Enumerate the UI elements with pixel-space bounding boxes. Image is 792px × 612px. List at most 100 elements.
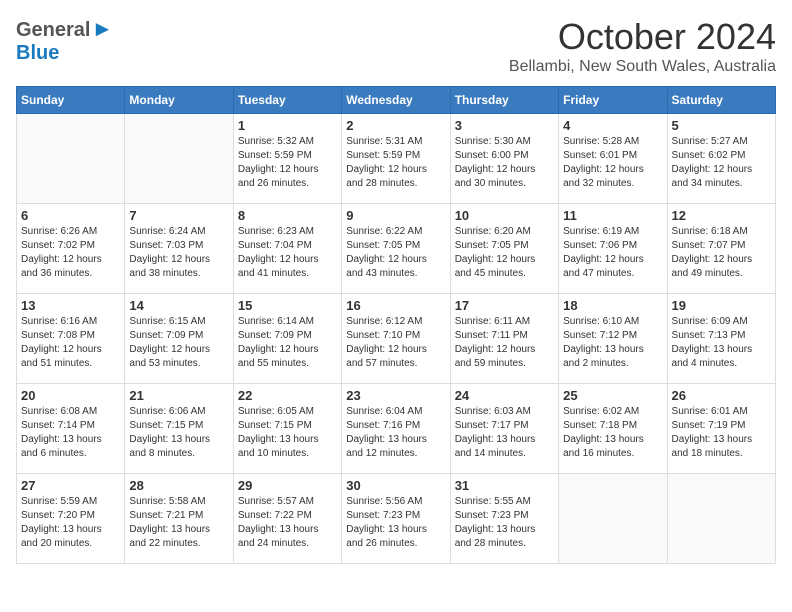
day-number: 21 [129, 388, 228, 403]
day-info: Sunrise: 5:56 AM Sunset: 7:23 PM Dayligh… [346, 495, 445, 551]
calendar-cell: 10 Sunrise: 6:20 AM Sunset: 7:05 PM Dayli… [450, 204, 558, 294]
day-number: 24 [455, 388, 554, 403]
day-number: 28 [129, 478, 228, 493]
day-info: Sunrise: 5:32 AM Sunset: 5:59 PM Dayligh… [238, 135, 337, 191]
weekday-header-saturday: Saturday [667, 87, 775, 114]
day-number: 14 [129, 298, 228, 313]
day-number: 1 [238, 118, 337, 133]
logo-general: General [16, 19, 90, 41]
calendar-cell: 11Sunrise: 6:19 AM Sunset: 7:06 PM Dayli… [559, 204, 667, 294]
weekday-header-thursday: Thursday [450, 87, 558, 114]
day-number: 11 [563, 208, 662, 223]
day-number: 18 [563, 298, 662, 313]
day-info: Sunrise: 6:14 AM Sunset: 7:09 PM Dayligh… [238, 315, 337, 371]
day-info: Sunrise: 6:04 AM Sunset: 7:16 PM Dayligh… [346, 405, 445, 461]
day-number: 27 [21, 478, 120, 493]
calendar-cell: 31 Sunrise: 5:55 AM Sunset: 7:23 PM Dayli… [450, 474, 558, 564]
calendar-cell: 24Sunrise: 6:03 AM Sunset: 7:17 PM Dayli… [450, 384, 558, 474]
day-number: 31 [455, 478, 554, 493]
day-number: 20 [21, 388, 120, 403]
calendar-cell: 26 Sunrise: 6:01 AM Sunset: 7:19 PM Dayli… [667, 384, 775, 474]
calendar-cell: 7 Sunrise: 6:24 AM Sunset: 7:03 PM Daylig… [125, 204, 233, 294]
day-number: 12 [672, 208, 771, 223]
weekday-header-tuesday: Tuesday [233, 87, 341, 114]
day-info: Sunrise: 5:27 AM Sunset: 6:02 PM Dayligh… [672, 135, 771, 191]
day-info: Sunrise: 5:28 AM Sunset: 6:01 PM Dayligh… [563, 135, 662, 191]
calendar-cell: 15 Sunrise: 6:14 AM Sunset: 7:09 PM Dayli… [233, 294, 341, 384]
day-info: Sunrise: 6:12 AM Sunset: 7:10 PM Dayligh… [346, 315, 445, 371]
month-title: October 2024 [509, 16, 776, 58]
day-number: 8 [238, 208, 337, 223]
calendar-cell: 14 Sunrise: 6:15 AM Sunset: 7:09 PM Dayli… [125, 294, 233, 384]
day-number: 30 [346, 478, 445, 493]
day-info: Sunrise: 6:06 AM Sunset: 7:15 PM Dayligh… [129, 405, 228, 461]
calendar-cell: 18Sunrise: 6:10 AM Sunset: 7:12 PM Dayli… [559, 294, 667, 384]
day-info: Sunrise: 6:08 AM Sunset: 7:14 PM Dayligh… [21, 405, 120, 461]
calendar-week-row: 1 Sunrise: 5:32 AM Sunset: 5:59 PM Daylig… [17, 114, 776, 204]
calendar-week-row: 20 Sunrise: 6:08 AM Sunset: 7:14 PM Dayli… [17, 384, 776, 474]
weekday-header-row: SundayMondayTuesdayWednesdayThursdayFrid… [17, 87, 776, 114]
day-info: Sunrise: 6:05 AM Sunset: 7:15 PM Dayligh… [238, 405, 337, 461]
day-info: Sunrise: 6:02 AM Sunset: 7:18 PM Dayligh… [563, 405, 662, 461]
logo-icon: ► [91, 16, 113, 42]
calendar-table: SundayMondayTuesdayWednesdayThursdayFrid… [16, 86, 776, 564]
weekday-header-friday: Friday [559, 87, 667, 114]
day-number: 3 [455, 118, 554, 133]
day-info: Sunrise: 6:22 AM Sunset: 7:05 PM Dayligh… [346, 225, 445, 281]
calendar-cell: 30 Sunrise: 5:56 AM Sunset: 7:23 PM Dayli… [342, 474, 450, 564]
calendar-week-row: 27 Sunrise: 5:59 AM Sunset: 7:20 PM Dayli… [17, 474, 776, 564]
calendar-cell: 3 Sunrise: 5:30 AM Sunset: 6:00 PM Daylig… [450, 114, 558, 204]
calendar-cell: 20 Sunrise: 6:08 AM Sunset: 7:14 PM Dayli… [17, 384, 125, 474]
page-header: General► Blue October 2024 Bellambi, New… [16, 16, 776, 76]
day-info: Sunrise: 6:18 AM Sunset: 7:07 PM Dayligh… [672, 225, 771, 281]
weekday-header-sunday: Sunday [17, 87, 125, 114]
day-number: 26 [672, 388, 771, 403]
day-info: Sunrise: 6:09 AM Sunset: 7:13 PM Dayligh… [672, 315, 771, 371]
calendar-week-row: 13Sunrise: 6:16 AM Sunset: 7:08 PM Dayli… [17, 294, 776, 384]
day-info: Sunrise: 5:55 AM Sunset: 7:23 PM Dayligh… [455, 495, 554, 551]
calendar-cell: 12 Sunrise: 6:18 AM Sunset: 7:07 PM Dayli… [667, 204, 775, 294]
calendar-cell: 5 Sunrise: 5:27 AM Sunset: 6:02 PM Daylig… [667, 114, 775, 204]
day-info: Sunrise: 6:20 AM Sunset: 7:05 PM Dayligh… [455, 225, 554, 281]
calendar-cell: 9Sunrise: 6:22 AM Sunset: 7:05 PM Daylig… [342, 204, 450, 294]
day-number: 2 [346, 118, 445, 133]
calendar-cell: 4Sunrise: 5:28 AM Sunset: 6:01 PM Daylig… [559, 114, 667, 204]
day-info: Sunrise: 6:23 AM Sunset: 7:04 PM Dayligh… [238, 225, 337, 281]
calendar-week-row: 6Sunrise: 6:26 AM Sunset: 7:02 PM Daylig… [17, 204, 776, 294]
calendar-cell: 13Sunrise: 6:16 AM Sunset: 7:08 PM Dayli… [17, 294, 125, 384]
weekday-header-wednesday: Wednesday [342, 87, 450, 114]
day-info: Sunrise: 6:15 AM Sunset: 7:09 PM Dayligh… [129, 315, 228, 371]
calendar-cell: 28 Sunrise: 5:58 AM Sunset: 7:21 PM Dayli… [125, 474, 233, 564]
calendar-cell: 2 Sunrise: 5:31 AM Sunset: 5:59 PM Daylig… [342, 114, 450, 204]
day-number: 5 [672, 118, 771, 133]
day-number: 29 [238, 478, 337, 493]
calendar-cell: 25 Sunrise: 6:02 AM Sunset: 7:18 PM Dayli… [559, 384, 667, 474]
day-info: Sunrise: 5:58 AM Sunset: 7:21 PM Dayligh… [129, 495, 228, 551]
day-number: 25 [563, 388, 662, 403]
day-number: 7 [129, 208, 228, 223]
title-section: October 2024 Bellambi, New South Wales, … [509, 16, 776, 76]
calendar-cell: 8 Sunrise: 6:23 AM Sunset: 7:04 PM Daylig… [233, 204, 341, 294]
calendar-cell: 21 Sunrise: 6:06 AM Sunset: 7:15 PM Dayli… [125, 384, 233, 474]
day-number: 23 [346, 388, 445, 403]
day-number: 6 [21, 208, 120, 223]
logo-blue: Blue [16, 42, 59, 64]
calendar-cell [667, 474, 775, 564]
day-number: 10 [455, 208, 554, 223]
weekday-header-monday: Monday [125, 87, 233, 114]
day-number: 22 [238, 388, 337, 403]
calendar-cell: 19 Sunrise: 6:09 AM Sunset: 7:13 PM Dayli… [667, 294, 775, 384]
calendar-cell [17, 114, 125, 204]
day-number: 17 [455, 298, 554, 313]
calendar-cell: 1 Sunrise: 5:32 AM Sunset: 5:59 PM Daylig… [233, 114, 341, 204]
day-number: 15 [238, 298, 337, 313]
day-number: 19 [672, 298, 771, 313]
day-info: Sunrise: 5:59 AM Sunset: 7:20 PM Dayligh… [21, 495, 120, 551]
calendar-cell [125, 114, 233, 204]
day-info: Sunrise: 6:16 AM Sunset: 7:08 PM Dayligh… [21, 315, 120, 371]
day-info: Sunrise: 5:31 AM Sunset: 5:59 PM Dayligh… [346, 135, 445, 191]
day-info: Sunrise: 6:24 AM Sunset: 7:03 PM Dayligh… [129, 225, 228, 281]
day-info: Sunrise: 5:30 AM Sunset: 6:00 PM Dayligh… [455, 135, 554, 191]
day-info: Sunrise: 6:01 AM Sunset: 7:19 PM Dayligh… [672, 405, 771, 461]
calendar-cell: 23 Sunrise: 6:04 AM Sunset: 7:16 PM Dayli… [342, 384, 450, 474]
